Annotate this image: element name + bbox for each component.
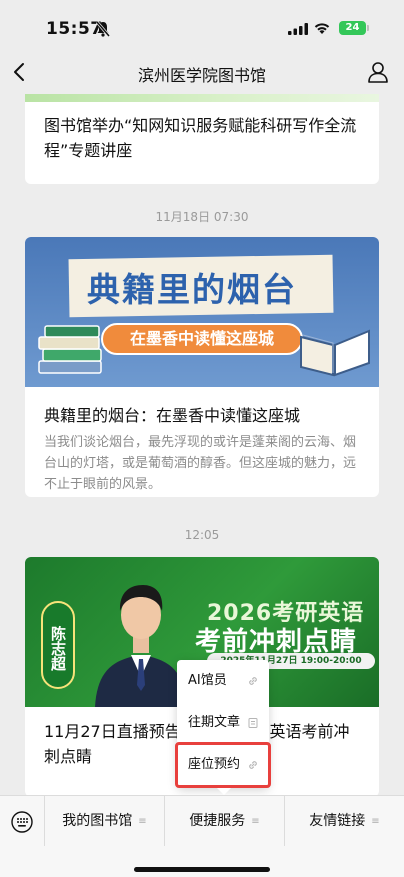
submenu-lines-icon: ≡ [251, 816, 260, 827]
menu-item-label: 往期文章 [188, 715, 241, 730]
menu-label: 友情链接 [309, 813, 366, 829]
article-title: 图书馆举办“知网知识服务赋能科研写作全流程”专题讲座 [44, 116, 357, 160]
menu-item-seat-reservation[interactable]: 座位预约 [175, 742, 271, 788]
submenu-lines-icon: ≡ [371, 816, 380, 827]
menu-item-label: 座位预约 [188, 757, 241, 772]
cover-title: 典籍里的烟台 [87, 270, 297, 309]
signal-icon [288, 23, 308, 35]
cover-subtitle: 在墨香中读懂这座城 [101, 323, 303, 355]
speaker-photo [95, 585, 187, 707]
status-time: 15:57 [46, 19, 103, 39]
article-card[interactable]: 图书馆举办“知网知识服务赋能科研写作全流程”专题讲座 [25, 94, 379, 184]
bell-off-icon [96, 21, 110, 37]
timestamp: 11月18日 07:30 [155, 210, 249, 224]
article-cover: 典籍里的烟台 在墨香中读懂这座城 [25, 237, 379, 387]
page-title: 滨州医学院图书馆 [137, 66, 266, 85]
menu-my-library[interactable]: 我的图书馆 ≡ [44, 796, 164, 846]
books-illustration [38, 325, 102, 374]
speaker-name-badge: 陈志超 [41, 601, 75, 689]
timestamp: 12:05 [184, 528, 220, 542]
status-bar: 15:57 24 [0, 0, 404, 56]
bottom-menu-bar: 我的图书馆 ≡ 便捷服务 ≡ 友情链接 ≡ [0, 795, 404, 877]
article-title: 典籍里的烟台：在墨香中读懂这座城 [44, 406, 301, 425]
page-icon [248, 718, 258, 728]
menu-item-ai-librarian[interactable]: AI馆员 [177, 660, 269, 702]
keyboard-icon [11, 811, 33, 833]
article-summary: 当我们谈论烟台，最先浮现的或许是蓬莱阁的云海、烟台山的灯塔，或是葡萄酒的醇香。但… [44, 435, 357, 492]
submenu-popup: AI馆员 往期文章 座位预约 [175, 660, 271, 795]
menu-friendly-links[interactable]: 友情链接 ≡ [284, 796, 404, 846]
home-indicator [134, 867, 270, 872]
article-card[interactable]: 典籍里的烟台 在墨香中读懂这座城 典籍里的烟台：在墨香中读懂这座城 当我们谈论烟… [25, 237, 379, 497]
menu-item-past-articles[interactable]: 往期文章 [177, 702, 269, 744]
battery-indicator: 24 [339, 21, 369, 35]
wifi-icon [314, 23, 330, 34]
menu-convenient-services[interactable]: 便捷服务 ≡ [164, 796, 284, 846]
keyboard-toggle-button[interactable] [0, 796, 44, 846]
menu-label: 我的图书馆 [62, 813, 133, 829]
article-cover [25, 94, 379, 102]
open-book-illustration [300, 329, 370, 377]
link-icon [249, 761, 257, 769]
menu-label: 便捷服务 [189, 813, 246, 829]
back-icon[interactable] [12, 61, 28, 83]
nav-bar: 滨州医学院图书馆 [0, 50, 404, 94]
menu-item-label: AI馆员 [188, 673, 227, 688]
submenu-lines-icon: ≡ [138, 816, 147, 827]
link-icon [249, 677, 257, 685]
user-profile-icon[interactable] [367, 61, 389, 83]
